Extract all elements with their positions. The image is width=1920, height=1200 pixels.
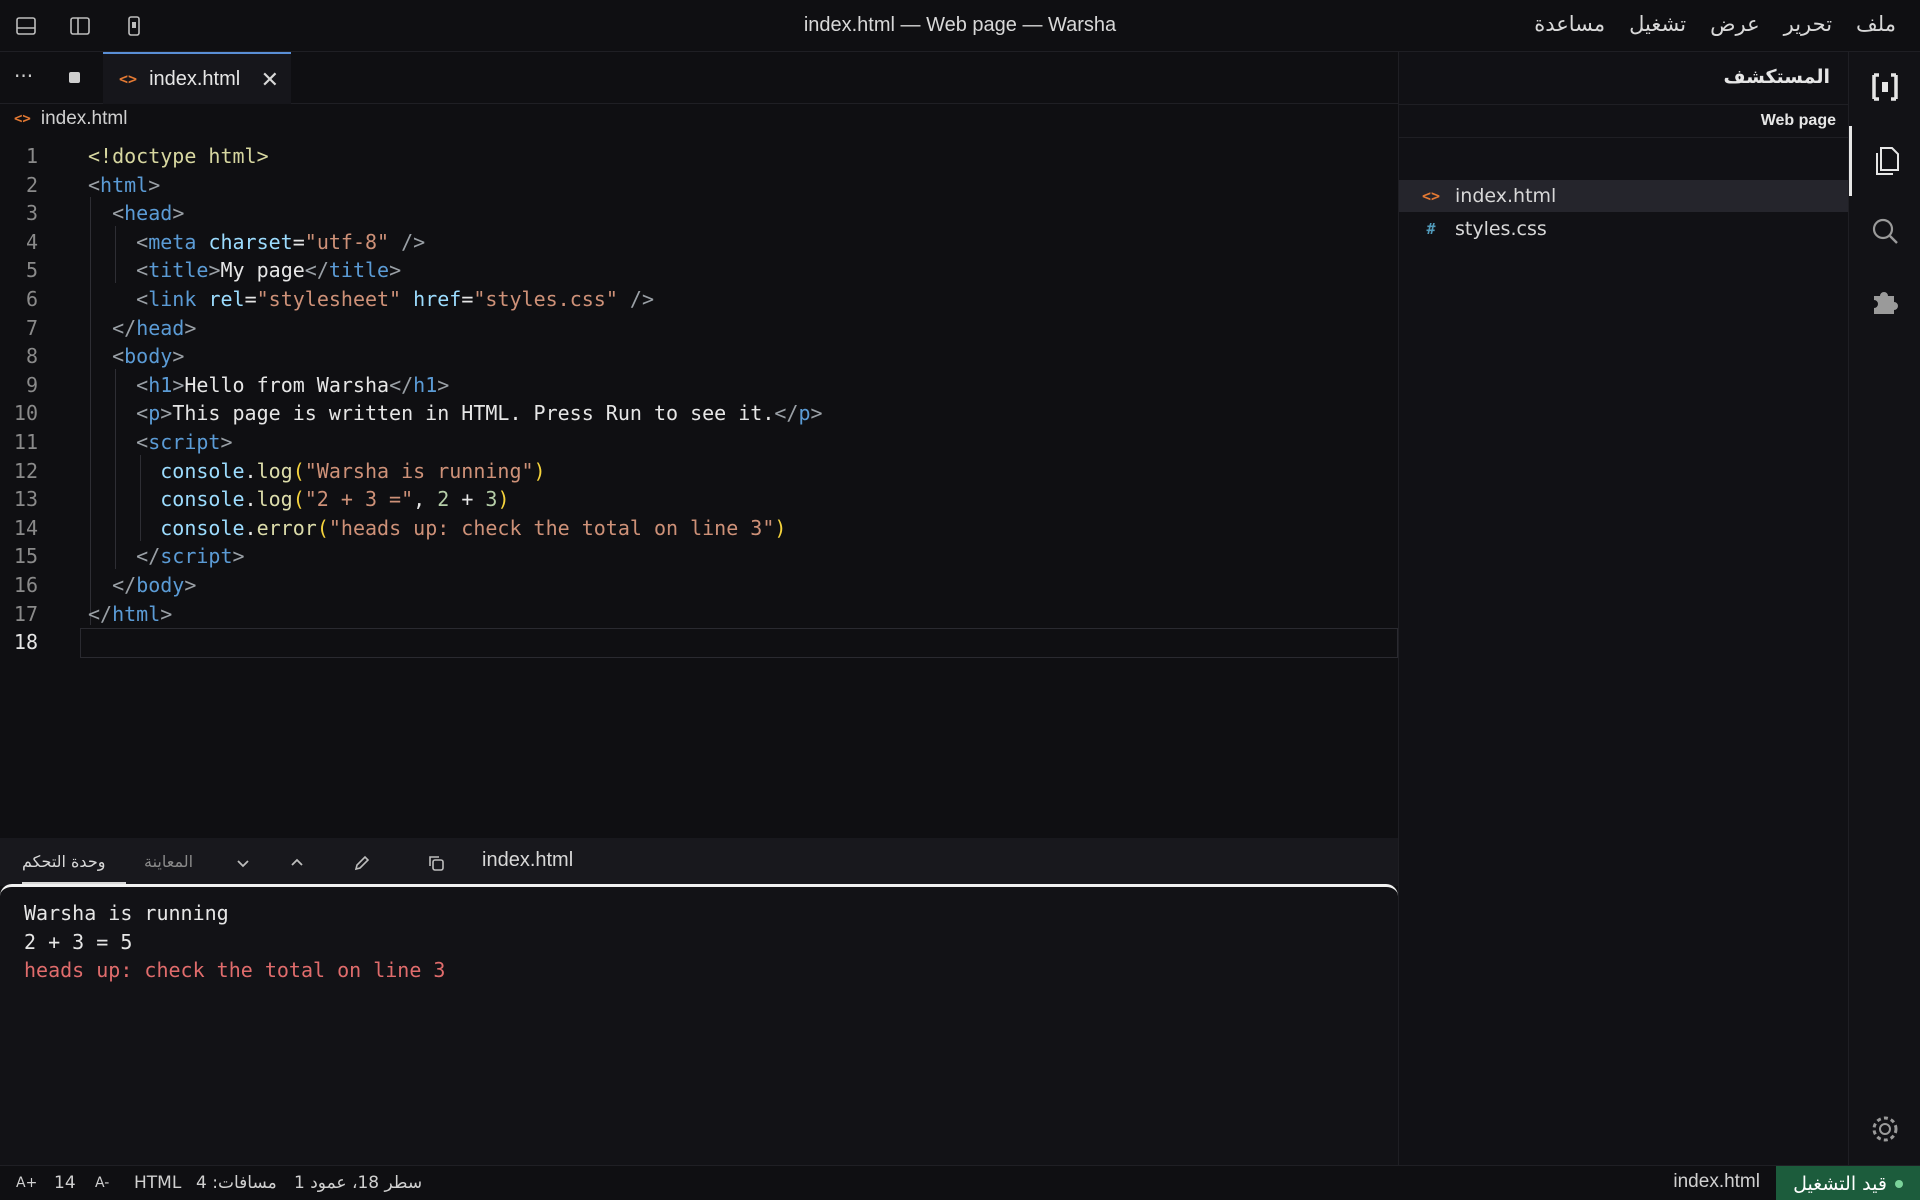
css-file-icon: #: [1426, 220, 1436, 238]
breadcrumb-file[interactable]: index.html: [41, 108, 128, 130]
code-line: 17 </html>: [13, 601, 173, 626]
code-line: 9 <h1>Hello from Warsha</h1>: [25, 372, 450, 397]
chevron-up-icon[interactable]: [288, 854, 306, 872]
menu-bar: ملف تحرير عرض تشغيل مساعدة: [1534, 12, 1896, 36]
code-line: 8 <body>: [25, 344, 185, 369]
font-decrease-button[interactable]: A-: [95, 1175, 109, 1191]
section-label: Web page: [1760, 112, 1836, 129]
code-line: 16 </body>: [13, 573, 197, 597]
run-status-badge[interactable]: قيد التشغيل: [1776, 1166, 1920, 1200]
status-indentation[interactable]: مسافات: 4: [196, 1173, 277, 1193]
menu-help[interactable]: مساعدة: [1534, 12, 1605, 36]
puzzle-icon: [1874, 292, 1898, 314]
console-error-line: heads up: check the total on line 3: [24, 958, 446, 982]
files-icon: [1875, 147, 1899, 175]
code-line: 7 </head>: [25, 315, 197, 340]
font-size-value: 14: [54, 1173, 76, 1193]
code-line: 13 console.log("2 + 3 =", 2 + 3): [13, 487, 510, 512]
menu-file[interactable]: ملف: [1856, 12, 1896, 36]
html-file-icon: <>: [119, 70, 138, 88]
search-icon: [1872, 218, 1898, 244]
tab-label: index.html: [149, 67, 241, 90]
file-name: styles.css: [1455, 218, 1547, 240]
code-line: 1 <!doctype html>: [25, 144, 269, 168]
console-log-line: 2 + 3 = 5: [24, 929, 133, 954]
status-language[interactable]: HTML: [134, 1173, 181, 1193]
file-item-index-html[interactable]: <> index.html: [1399, 180, 1848, 212]
file-item-styles-css[interactable]: # styles.css: [1399, 213, 1848, 245]
code-line: 12 console.log("Warsha is running"): [13, 458, 546, 483]
menu-edit[interactable]: تحرير: [1784, 12, 1832, 36]
stop-icon[interactable]: [69, 72, 80, 83]
explorer-title: المستكشف: [1723, 66, 1831, 88]
close-icon[interactable]: ✕: [261, 67, 279, 93]
breadcrumb: <> index.html: [14, 108, 127, 130]
code-line: 15 </script>: [13, 544, 245, 569]
pencil-icon[interactable]: [352, 853, 372, 873]
status-cursor-position[interactable]: سطر 18، عمود 1: [294, 1173, 422, 1193]
run-status-label: قيد التشغيل: [1793, 1172, 1887, 1195]
console-panel: Warsha is running 2 + 3 = 5 heads up: ch…: [0, 884, 1398, 1166]
code-line: 14 console.error("heads up: check the to…: [13, 515, 787, 540]
editor-tab-bar: ··· <> index.html ✕: [0, 52, 1398, 104]
menu-run[interactable]: تشغيل: [1629, 12, 1686, 36]
panel-file-name: index.html: [482, 849, 574, 871]
explorer-sidebar: المستكشف Web page <> index.html # styles…: [1398, 52, 1848, 1165]
code-line: 11 <script>: [13, 430, 233, 454]
status-bar: قيد التشغيل index.html سطر 18، عمود 1 مس…: [0, 1165, 1920, 1200]
code-editor[interactable]: 1 <!doctype html> 2 <html> 3 <head> 4 <met…: [0, 140, 1398, 836]
panel-header: وحدة التحكم المعاينة index.html: [0, 838, 1398, 886]
activity-extensions[interactable]: [1849, 266, 1920, 336]
activity-settings[interactable]: [1849, 1094, 1920, 1164]
file-name: index.html: [1455, 185, 1557, 207]
code-line: 5 <title>My page</title>: [25, 258, 402, 283]
activity-search[interactable]: [1849, 196, 1920, 266]
html-file-icon: <>: [14, 111, 31, 127]
gear-icon: [1872, 1116, 1898, 1142]
tab-preview[interactable]: المعاينة: [144, 852, 193, 871]
tab-index-html[interactable]: <> index.html ✕: [103, 52, 291, 104]
status-file: index.html: [1673, 1171, 1760, 1192]
html-file-icon: <>: [1421, 187, 1441, 205]
activity-bar: [1848, 52, 1920, 1165]
font-increase-button[interactable]: A+: [16, 1175, 37, 1191]
app-logo-icon: [1872, 73, 1898, 101]
code-line: 2 <html>: [25, 172, 161, 197]
tab-console[interactable]: وحدة التحكم: [22, 852, 105, 871]
more-actions-button[interactable]: ···: [14, 64, 33, 88]
explorer-section-header[interactable]: Web page: [1399, 104, 1848, 138]
title-bar: index.html — Web page — Warsha ملف تحرير…: [0, 0, 1920, 52]
code-line: 6 <link rel="stylesheet" href="styles.cs…: [25, 287, 655, 311]
chevron-down-icon[interactable]: [234, 854, 252, 872]
code-line: 18: [13, 630, 38, 655]
code-line: 10 <p>This page is written in HTML. Pres…: [13, 401, 823, 426]
menu-view[interactable]: عرض: [1710, 12, 1760, 36]
activity-explorer[interactable]: [1849, 126, 1920, 196]
code-line: 3 <head>: [25, 201, 185, 226]
logo: [1849, 52, 1920, 122]
running-dot-icon: [1894, 1179, 1903, 1188]
copy-icon[interactable]: [426, 853, 446, 873]
console-log-line: Warsha is running: [24, 901, 229, 925]
code-line: 4 <meta charset="utf-8" />: [25, 229, 426, 254]
